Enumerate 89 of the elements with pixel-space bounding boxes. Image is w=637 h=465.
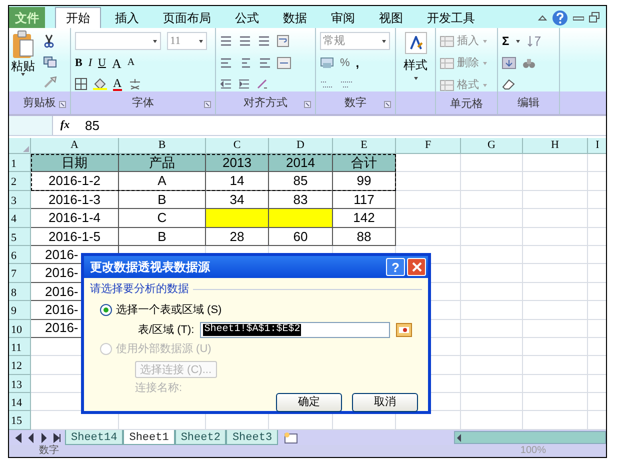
ribbon-tab[interactable]: 开发工具: [417, 7, 485, 28]
column-header[interactable]: B: [119, 138, 206, 154]
ribbon-tab[interactable]: 数据: [273, 7, 317, 28]
sheet-tab[interactable]: Sheet2: [174, 430, 226, 445]
ribbon-tab[interactable]: 视图: [369, 7, 413, 28]
group-label: 字体: [132, 96, 154, 112]
group-label: 对齐方式: [244, 96, 288, 112]
table-cell: 88: [333, 228, 396, 246]
table-cell: 产品: [119, 154, 206, 172]
row-header[interactable]: 14: [9, 393, 31, 412]
row-header[interactable]: 5: [9, 228, 31, 246]
table-cell: 85: [269, 172, 333, 191]
table-cell: 2014: [269, 154, 333, 172]
group-label: 编辑: [518, 96, 540, 112]
table-cell: 142: [333, 209, 396, 228]
table-cell: B: [119, 190, 206, 210]
ribbon-tab[interactable]: 插入: [105, 7, 149, 28]
formula-field[interactable]: 85: [77, 116, 606, 136]
ribbon-tab[interactable]: 开始: [55, 7, 101, 28]
row-header[interactable]: 7: [9, 264, 31, 283]
sheet-tab[interactable]: Sheet1: [123, 430, 175, 445]
autosum-button[interactable]: Σ: [502, 35, 510, 47]
function-label[interactable]: fx: [53, 117, 77, 134]
row-header[interactable]: 2: [9, 172, 31, 191]
table-cell: 合计: [333, 154, 396, 172]
column-header[interactable]: A: [31, 138, 119, 154]
font-color-button[interactable]: A: [113, 77, 122, 91]
group-label: 剪贴板: [23, 96, 56, 111]
column-header[interactable]: F: [396, 138, 461, 154]
percent-button[interactable]: %: [340, 58, 350, 68]
table-cell: B: [119, 228, 206, 246]
table-cell: 14: [206, 172, 269, 191]
dialog-button[interactable]: 确定: [276, 392, 342, 412]
comma-button[interactable]: ,: [356, 57, 360, 69]
ribbon-tab[interactable]: 公式: [225, 7, 269, 28]
row-header[interactable]: 15: [9, 411, 31, 430]
italic-button[interactable]: I: [88, 58, 92, 68]
paste-button[interactable]: 粘贴: [11, 60, 35, 72]
font-size-field[interactable]: 11: [167, 32, 207, 50]
row-header[interactable]: 4: [9, 209, 31, 228]
row-header[interactable]: 3: [9, 190, 31, 210]
column-header[interactable]: C: [206, 138, 269, 154]
sheet-tab[interactable]: Sheet14: [65, 430, 124, 445]
table-cell: 2016-1-2: [31, 172, 119, 191]
row-header[interactable]: 9: [9, 301, 31, 320]
grow-font-button[interactable]: A: [112, 56, 122, 70]
group-label: 数字: [344, 96, 366, 112]
column-header[interactable]: H: [523, 138, 588, 154]
number-format-field[interactable]: 常规: [320, 32, 390, 50]
row-header[interactable]: 8: [9, 282, 31, 302]
table-cell: 2013: [206, 154, 269, 172]
connection-name-label: 连接名称:: [135, 380, 182, 396]
group-label: 单元格: [450, 96, 483, 112]
column-header[interactable]: G: [461, 138, 523, 154]
range-value: Sheet1!$A$1:$E$2: [203, 324, 302, 336]
shrink-font-button[interactable]: A: [127, 58, 135, 68]
row-header[interactable]: 1: [9, 154, 31, 172]
dialog-button[interactable]: 取消: [352, 392, 418, 412]
table-cell: 117: [333, 190, 396, 210]
table-cell: 日期: [31, 154, 119, 172]
option-label[interactable]: 选择一个表或区域 (S): [116, 302, 222, 318]
ribbon-tab[interactable]: 审阅: [321, 7, 365, 28]
range-field[interactable]: Sheet1!$A$1:$E$2: [200, 322, 390, 338]
table-cell: 2016-1-3: [31, 190, 119, 210]
column-header[interactable]: E: [333, 138, 396, 154]
table-cell: 28: [206, 228, 269, 246]
range-label: 表/区域 (T):: [138, 323, 194, 338]
table-cell: 99: [333, 172, 396, 191]
table-cell: 60: [269, 228, 333, 246]
column-header[interactable]: I: [588, 138, 606, 154]
font-size-value: 11: [170, 34, 181, 49]
styles-button[interactable]: 样式: [404, 32, 428, 76]
underline-button[interactable]: U: [98, 58, 106, 68]
table-cell: 2016-1-4: [31, 209, 119, 228]
status-text: 数字: [39, 445, 59, 457]
row-header[interactable]: 11: [9, 338, 31, 356]
table-cell: 2016-1-5: [31, 228, 119, 246]
row-header[interactable]: 6: [9, 246, 31, 264]
zoom-level: 100%: [520, 445, 546, 457]
row-header[interactable]: 10: [9, 320, 31, 338]
column-header[interactable]: D: [269, 138, 333, 154]
table-cell: A: [119, 172, 206, 191]
ribbon-tab[interactable]: 页面布局: [153, 7, 221, 28]
number-format-value: 常规: [323, 34, 345, 49]
sheet-tab[interactable]: Sheet3: [226, 430, 278, 445]
row-header[interactable]: 13: [9, 374, 31, 394]
help-button[interactable]: ?: [386, 258, 405, 276]
bold-button[interactable]: B: [75, 58, 82, 68]
row-header[interactable]: 12: [9, 356, 31, 375]
